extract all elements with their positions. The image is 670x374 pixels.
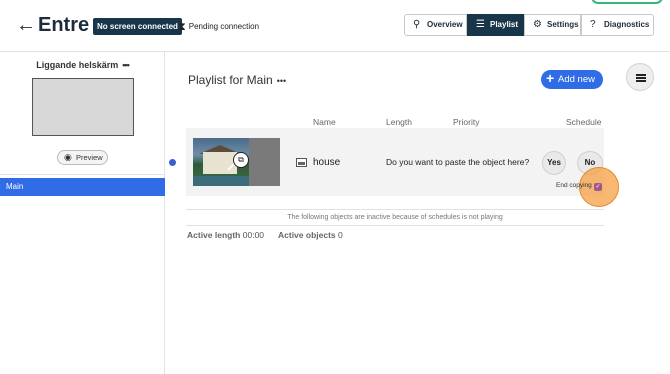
app-header: ← Entre No screen connected ⧗ Pending con… xyxy=(0,0,670,52)
pin-icon: ⚲ xyxy=(413,19,421,30)
image-icon xyxy=(296,158,307,167)
playlist-title-label: Playlist for Main xyxy=(188,73,273,87)
pending-connection-status: ⧗ Pending connection xyxy=(178,18,259,36)
page-title: Entre xyxy=(38,14,90,36)
column-name: Name xyxy=(313,117,336,127)
gear-icon: ⚙ xyxy=(533,19,542,30)
hourglass-icon: ⧗ xyxy=(178,21,186,33)
active-objects: Active objects 0 xyxy=(278,230,343,240)
column-length: Length xyxy=(386,117,412,127)
screen-options-button[interactable]: ••• xyxy=(122,60,130,70)
menu-icon-line xyxy=(636,77,646,79)
inactive-note: The following objects are inactive becau… xyxy=(186,209,604,226)
active-length-label: Active length xyxy=(187,230,241,240)
active-length: Active length 00:00 xyxy=(187,230,264,240)
copy-icon[interactable]: ⧉ xyxy=(233,152,249,168)
pending-connection-label: Pending connection xyxy=(188,22,260,31)
paste-question: Do you want to paste the object here? xyxy=(386,157,530,167)
add-new-label: Add new xyxy=(558,74,595,85)
playlist-options-button[interactable]: ••• xyxy=(277,76,286,86)
screen-name: Liggande helskärm ••• xyxy=(0,60,165,70)
row-name: house xyxy=(313,157,341,168)
preview-icon: ◉ xyxy=(64,152,72,162)
column-priority: Priority xyxy=(453,117,480,127)
tab-settings[interactable]: ⚙ Settings xyxy=(524,14,581,36)
tab-overview[interactable]: ⚲ Overview xyxy=(404,14,467,36)
tab-settings-label: Settings xyxy=(547,20,579,29)
active-dot-icon xyxy=(169,159,176,166)
plus-icon: + xyxy=(546,70,555,86)
sidebar-item-main[interactable]: Main xyxy=(0,178,165,196)
active-length-value: 00:00 xyxy=(242,230,265,240)
tab-diagnostics-label: Diagnostics xyxy=(604,20,650,29)
screen-status-badge: No screen connected xyxy=(93,18,182,35)
active-objects-label: Active objects xyxy=(278,230,336,240)
playlist-icon: ☰ xyxy=(476,19,485,30)
arrow-left-icon[interactable]: ← xyxy=(16,14,36,36)
question-icon: ? xyxy=(590,19,596,30)
add-new-button[interactable]: + Add new xyxy=(541,70,603,89)
screen-name-label: Liggande helskärm xyxy=(36,60,119,70)
sidebar: Liggande helskärm ••• ◉ Preview Main xyxy=(0,52,165,374)
playlist-title: Playlist for Main ••• xyxy=(188,73,286,87)
menu-icon-line xyxy=(636,80,646,82)
preview-label: Preview xyxy=(76,153,103,162)
menu-button[interactable] xyxy=(626,63,654,91)
preview-button[interactable]: ◉ Preview xyxy=(57,150,108,165)
active-objects-value: 0 xyxy=(338,230,343,240)
sidebar-divider xyxy=(0,174,165,175)
tab-playlist[interactable]: ☰ Playlist xyxy=(467,14,524,36)
yes-button[interactable]: Yes xyxy=(542,151,566,175)
screen-thumbnail xyxy=(32,78,134,136)
end-copying-label: End copying xyxy=(556,182,592,189)
menu-icon xyxy=(636,74,646,76)
end-copying-checkbox[interactable]: ✓ xyxy=(594,183,602,191)
tab-playlist-label: Playlist xyxy=(490,20,519,29)
top-pill-button[interactable] xyxy=(591,0,663,4)
tab-overview-label: Overview xyxy=(427,20,463,29)
house-water xyxy=(193,176,249,186)
column-schedule: Schedule xyxy=(566,117,602,127)
tab-diagnostics[interactable]: ? Diagnostics xyxy=(581,14,654,36)
